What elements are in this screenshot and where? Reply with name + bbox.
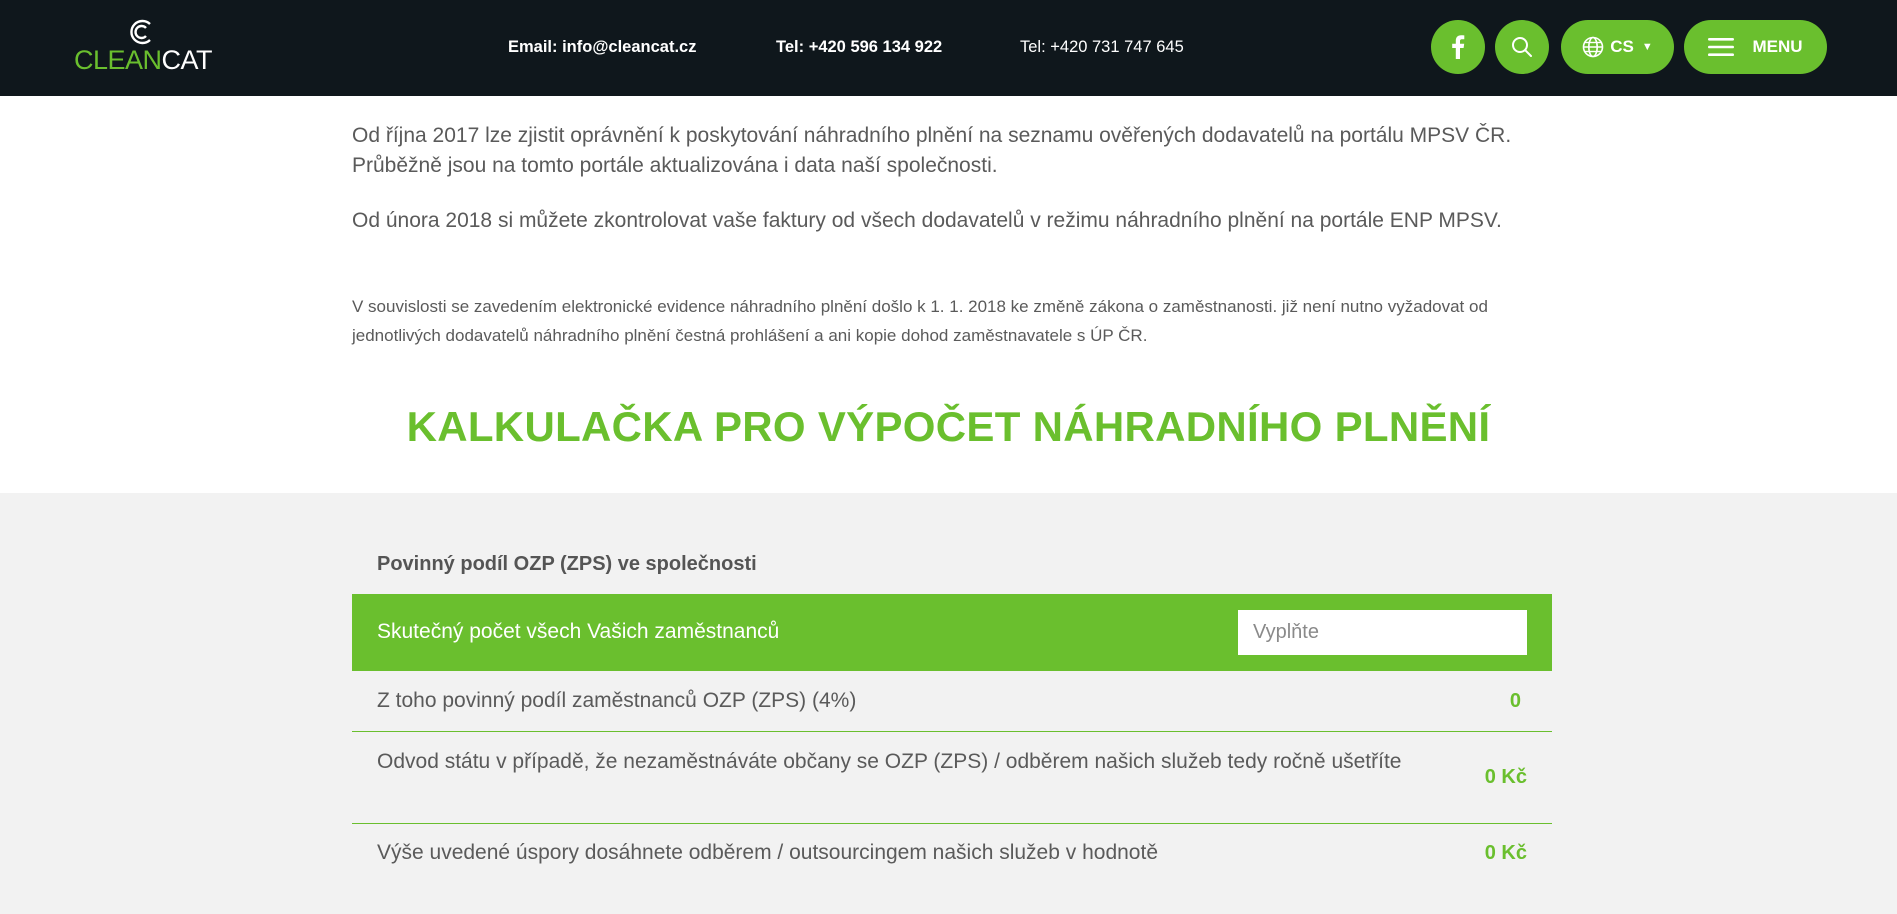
calculator-result-row: Výše uvedené úspory dosáhnete odběrem / … — [352, 824, 1552, 884]
calculator-title: Povinný podíl OZP (ZPS) ve společnosti — [377, 553, 757, 575]
mandatory-share-value: 0 — [1509, 690, 1521, 712]
employees-label: Skutečný počet všech Vašich zaměstnanců — [377, 620, 780, 643]
paragraph-mpsv-registry: Od října 2017 lze zjistit oprávnění k po… — [352, 124, 1512, 177]
calculator-result-row: Z toho povinný podíl zaměstnanců OZP (ZP… — [352, 671, 1552, 732]
search-button[interactable] — [1495, 20, 1549, 74]
savings-value: 0 Kč — [1484, 842, 1527, 864]
state-levy-label: Odvod státu v případě, že nezaměstnáváte… — [377, 750, 1402, 773]
hamburger-icon — [1708, 38, 1735, 56]
top-navigation-bar: CLEANCAT Email: info@cleancat.cz Tel: +4… — [0, 0, 1897, 96]
menu-label: MENU — [1752, 37, 1803, 56]
facebook-icon — [1452, 35, 1465, 59]
facebook-button[interactable] — [1431, 20, 1485, 74]
language-code: CS — [1610, 37, 1634, 56]
employees-input[interactable] — [1238, 610, 1527, 655]
paragraph-enp-portal: Od února 2018 si můžete zkontrolovat vaš… — [352, 209, 1502, 232]
logo-c-icon — [130, 19, 151, 45]
search-icon — [1512, 37, 1532, 57]
globe-icon — [1582, 36, 1604, 58]
employees-input-row: Skutečný počet všech Vašich zaměstnanců — [352, 594, 1552, 671]
chevron-down-icon: ▼ — [1641, 41, 1653, 53]
cleancat-logo[interactable]: CLEANCAT — [74, 18, 214, 76]
state-levy-value: 0 Kč — [1484, 766, 1527, 788]
mandatory-share-label: Z toho povinný podíl zaměstnanců OZP (ZP… — [377, 689, 857, 712]
language-selector[interactable]: CS ▼ — [1561, 20, 1674, 74]
phone-link-primary[interactable]: Tel: +420 596 134 922 — [776, 37, 942, 57]
calculator-heading: KALKULAČKA PRO VÝPOČET NÁHRADNÍHO PLNĚNÍ — [406, 403, 1491, 450]
logo-wordmark: CLEANCAT — [74, 45, 213, 75]
savings-value-label: Výše uvedené úspory dosáhnete odběrem / … — [377, 841, 1158, 864]
phone-link-secondary[interactable]: Tel: +420 731 747 645 — [1020, 37, 1184, 57]
menu-button[interactable]: MENU — [1684, 20, 1827, 74]
calculator-result-row: Odvod státu v případě, že nezaměstnáváte… — [352, 732, 1552, 824]
paragraph-legal-note: V souvislosti se zavedením elektronické … — [352, 297, 1488, 345]
email-link[interactable]: Email: info@cleancat.cz — [508, 37, 696, 57]
